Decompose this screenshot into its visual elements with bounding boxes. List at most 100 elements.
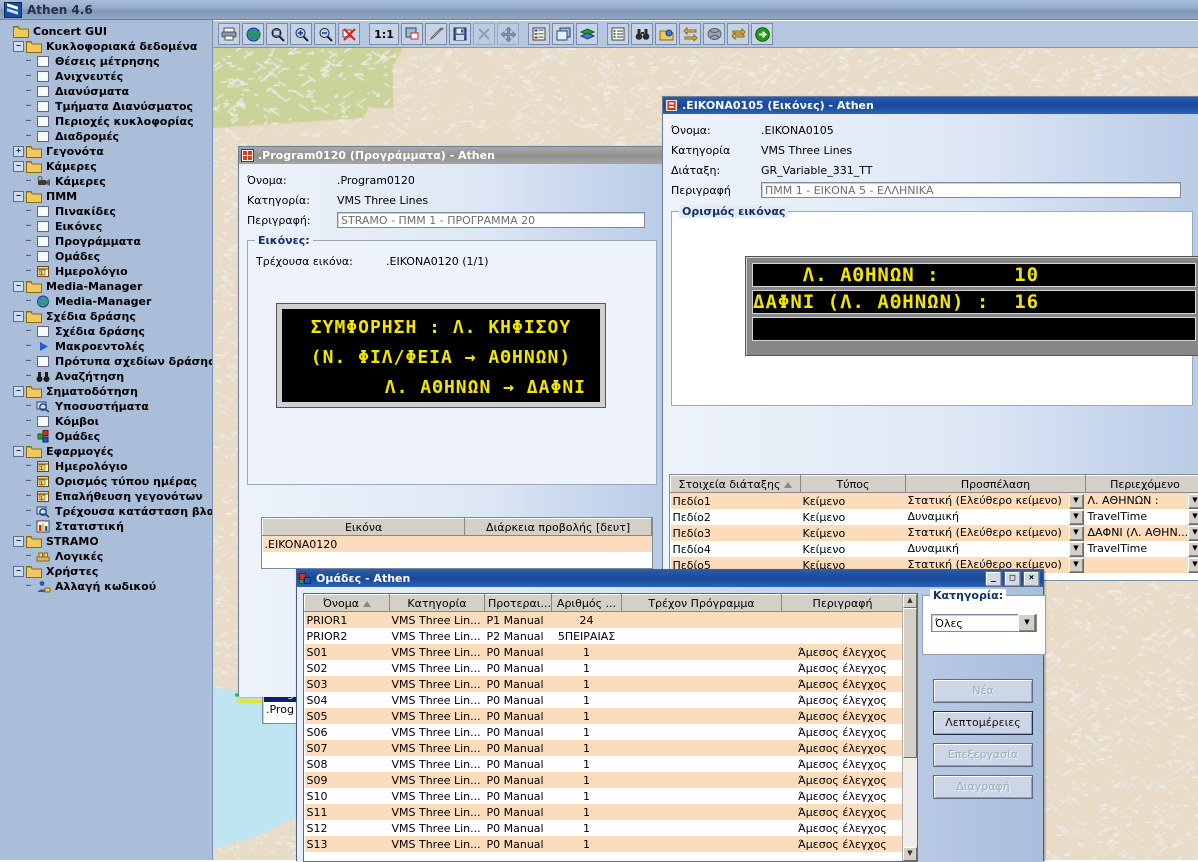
refresh-icon[interactable] [727, 23, 749, 45]
delete-icon[interactable] [473, 23, 495, 45]
sidebar-item-22[interactable]: ─Πρότυπα σχεδίων δράσης [0, 354, 212, 369]
cell-dropdown-icon[interactable]: ▼ [1069, 510, 1084, 525]
sidebar-item-15[interactable]: ─Ομάδες [0, 249, 212, 264]
groups-col-5[interactable]: Περιγραφή [782, 595, 903, 612]
sidebar-item-19[interactable]: −Σχέδια δράσης [0, 309, 212, 324]
sidebar-item-28[interactable]: −Εφαρμογές [0, 444, 212, 459]
collapse-toggle[interactable]: − [13, 161, 24, 172]
scale-one-to-one-button[interactable]: 1:1 [369, 23, 399, 45]
groups-col-1[interactable]: Κατηγορία [390, 595, 485, 612]
scroll-down-button[interactable]: ▼ [903, 847, 917, 861]
sidebar-item-32[interactable]: ─Τρέχουσα κατάσταση βλα [0, 504, 212, 519]
cell-dropdown-icon[interactable]: ▼ [1188, 526, 1198, 541]
sidebar-item-7[interactable]: ─Διαδρομές [0, 129, 212, 144]
sidebar-item-3[interactable]: ─Ανιχνευτές [0, 69, 212, 84]
sidebar-item-27[interactable]: ─Ομάδες [0, 429, 212, 444]
table-row[interactable]: S06VMS Three Lin...P0 Manual1Άμεσος έλεγ… [305, 724, 903, 740]
program-image-grid[interactable]: ΕικόναΔιάρκεια προβολής [δευτ].EIKONA012… [261, 517, 653, 569]
groups-vertical-scrollbar[interactable]: ▲ ▼ [902, 594, 917, 861]
zoom-window-icon[interactable] [266, 23, 288, 45]
sidebar-item-0[interactable]: Concert GUI [0, 24, 212, 39]
navigation-tree[interactable]: Concert GUI−Κυκλοφοριακά δεδομένα─Θέσεις… [0, 20, 213, 860]
table-row[interactable]: S13VMS Three Lin...P0 Manual1Άμεσος έλεγ… [305, 836, 903, 852]
collapse-toggle[interactable]: − [13, 536, 24, 547]
eikona-fields-grid[interactable]: Στοιχεία διάταξηςΤύποςΠροσπέλασηΠεριεχόμ… [669, 474, 1198, 581]
eikona-col-1[interactable]: Τύπος [801, 476, 906, 493]
sidebar-item-4[interactable]: ─Διανύσματα [0, 84, 212, 99]
close-button[interactable]: × [1023, 571, 1040, 587]
collapse-toggle[interactable]: − [13, 311, 24, 322]
new-object-icon[interactable] [401, 23, 423, 45]
cell-dropdown-icon[interactable]: ▼ [1069, 558, 1084, 573]
move-icon[interactable] [497, 23, 519, 45]
collapse-toggle[interactable]: − [13, 191, 24, 202]
sidebar-item-10[interactable]: ─Κάμερες [0, 174, 212, 189]
table-row[interactable]: S07VMS Three Lin...P0 Manual1Άμεσος έλεγ… [305, 740, 903, 756]
exchange-icon[interactable] [679, 23, 701, 45]
legend-icon[interactable] [528, 23, 550, 45]
cell-dropdown-icon[interactable]: ▼ [1069, 526, 1084, 541]
groups-col-4[interactable]: Τρέχον Πρόγραμμα [622, 595, 782, 612]
table-row[interactable]: S11VMS Three Lin...P0 Manual1Άμεσος έλεγ… [305, 804, 903, 820]
collapse-toggle[interactable]: − [13, 386, 24, 397]
sidebar-item-36[interactable]: −Χρήστες [0, 564, 212, 579]
table-row[interactable]: .EIKONA0120 [263, 536, 652, 553]
table-row[interactable]: S05VMS Three Lin...P0 Manual1Άμεσος έλεγ… [305, 708, 903, 724]
groups-col-0[interactable]: Όνομα [305, 595, 390, 612]
table-row[interactable]: S03VMS Three Lin...P0 Manual1Άμεσος έλεγ… [305, 676, 903, 692]
sidebar-item-21[interactable]: ─Μακροεντολές [0, 339, 212, 354]
list-icon[interactable] [607, 23, 629, 45]
cell-dropdown-icon[interactable]: ▼ [1188, 542, 1198, 557]
groups-table[interactable]: ΌνομαΚατηγορίαΠροτεραι...Αριθμός ...Τρέχ… [304, 594, 902, 852]
sidebar-item-30[interactable]: ─1Ορισμός τύπου ημέρας [0, 474, 212, 489]
scroll-thumb[interactable] [903, 608, 917, 758]
minimize-button[interactable]: _ [985, 571, 1002, 587]
cell-dropdown-icon[interactable]: ▼ [1188, 558, 1198, 573]
sidebar-item-5[interactable]: ─Τμήματα Διανύσματος [0, 99, 212, 114]
groups-window-titlebar[interactable]: Ομάδες - Athen _ □ × [297, 570, 1043, 587]
program-description-input[interactable]: STRAMO - ΠΜΜ 1 - ΠΡΟΓΡΑΜΜΑ 20 [337, 212, 645, 228]
table-row[interactable]: S12VMS Three Lin...P0 Manual1Άμεσος έλεγ… [305, 820, 903, 836]
table-row[interactable]: Πεδίο2Κείμενο▼Δυναμική▼TravelTime [671, 509, 1198, 525]
groups-col-2[interactable]: Προτεραι... [485, 595, 552, 612]
eikona-col-0[interactable]: Στοιχεία διάταξης [671, 476, 801, 493]
expand-toggle[interactable]: + [13, 146, 24, 157]
globe-icon[interactable] [242, 23, 264, 45]
clear-selection-icon[interactable] [338, 23, 360, 45]
table-row[interactable]: S08VMS Three Lin...P0 Manual1Άμεσος έλεγ… [305, 756, 903, 772]
table-row[interactable]: Πεδίο1Κείμενο▼Στατική (Ελεύθερο κείμενο)… [671, 493, 1198, 510]
sidebar-item-8[interactable]: +Γεγονότα [0, 144, 212, 159]
groups-col-3[interactable]: Αριθμός ... [552, 595, 622, 612]
collapse-toggle[interactable]: − [13, 281, 24, 292]
groups-window[interactable]: Ομάδες - Athen _ □ × ΌνομαΚατηγορίαΠροτε… [296, 569, 1044, 861]
program-image-table[interactable]: ΕικόναΔιάρκεια προβολής [δευτ].EIKONA012… [262, 518, 652, 552]
save-icon[interactable] [449, 23, 471, 45]
find-icon[interactable] [631, 23, 653, 45]
sidebar-item-1[interactable]: −Κυκλοφοριακά δεδομένα [0, 39, 212, 54]
sidebar-item-11[interactable]: −ΠΜΜ [0, 189, 212, 204]
sidebar-item-37[interactable]: ─Αλλαγή κωδικού [0, 579, 212, 594]
edit-icon[interactable] [425, 23, 447, 45]
go-icon[interactable] [751, 23, 773, 45]
chevron-down-icon[interactable]: ▼ [1018, 614, 1036, 632]
category-select[interactable]: Όλες ▼ [931, 614, 1037, 632]
sidebar-item-29[interactable]: ─1Ημερολόγιο [0, 459, 212, 474]
table-row[interactable]: S09VMS Three Lin...P0 Manual1Άμεσος έλεγ… [305, 772, 903, 788]
eikona-window-titlebar[interactable]: .EIKONA0105 (Εικόνες) - Athen [663, 97, 1198, 114]
table-row[interactable]: PRIOR1VMS Three Lin...P1 Manual24 [305, 612, 903, 629]
table-row[interactable]: S10VMS Three Lin...P0 Manual1Άμεσος έλεγ… [305, 788, 903, 804]
collapse-toggle[interactable]: − [13, 566, 24, 577]
program-col-0[interactable]: Εικόνα [263, 519, 465, 536]
layers-icon[interactable] [576, 23, 598, 45]
cell-dropdown-icon[interactable]: ▼ [1188, 510, 1198, 525]
sidebar-item-13[interactable]: ─Εικόνες [0, 219, 212, 234]
sidebar-item-6[interactable]: ─Περιοχές κυκλοφορίας [0, 114, 212, 129]
zoom-out-icon[interactable] [314, 23, 336, 45]
eikona-col-2[interactable]: Προσπέλαση [906, 476, 1086, 493]
sidebar-item-33[interactable]: ─Στατιστική [0, 519, 212, 534]
cell-dropdown-icon[interactable]: ▼ [1069, 542, 1084, 557]
table-row[interactable]: Πεδίο4Κείμενο▼Δυναμική▼TravelTime [671, 541, 1198, 557]
sidebar-item-20[interactable]: ─Σχέδια δράσης [0, 324, 212, 339]
details-button[interactable]: Λεπτομέρειες [933, 711, 1033, 735]
sidebar-item-31[interactable]: ─1Επαλήθευση γεγονότων [0, 489, 212, 504]
